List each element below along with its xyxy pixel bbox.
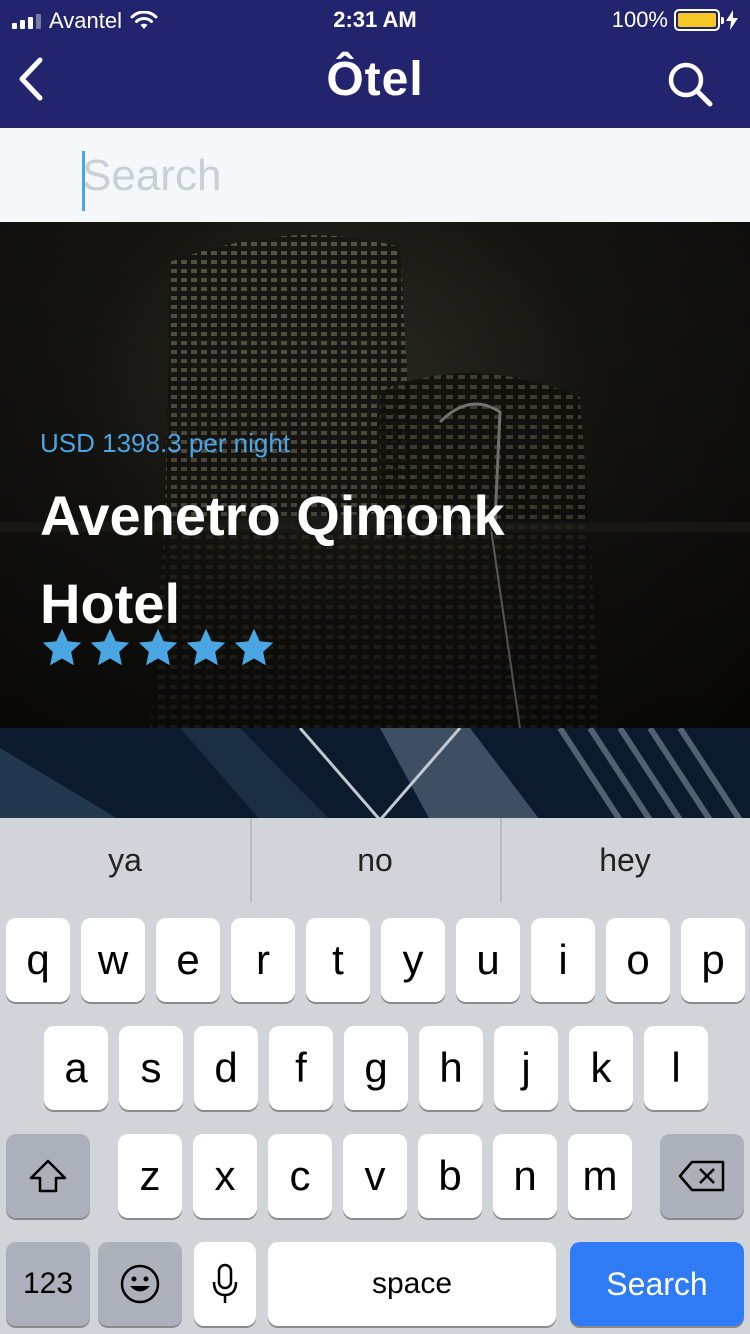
star-icon [186, 628, 226, 666]
emoji-icon [120, 1264, 160, 1304]
hotel-price: USD 1398.3 per night [40, 428, 291, 458]
key-x[interactable]: x [193, 1134, 257, 1218]
key-h[interactable]: h [419, 1026, 483, 1110]
hotel-photo-next [0, 728, 750, 820]
suggestion-item[interactable]: hey [500, 818, 750, 902]
key-d[interactable]: d [194, 1026, 258, 1110]
hotel-name: Avenetro Qimonk Hotel [40, 484, 505, 635]
status-right: 100% [612, 7, 738, 33]
key-m[interactable]: m [568, 1134, 632, 1218]
microphone-icon [212, 1263, 238, 1303]
star-icon [42, 628, 82, 666]
key-o[interactable]: o [606, 918, 670, 1002]
hotel-card[interactable]: USD 1398.3 per night Avenetro Qimonk Hot… [0, 222, 750, 728]
key-r[interactable]: r [231, 918, 295, 1002]
space-key[interactable]: space [268, 1242, 556, 1326]
search-input[interactable] [82, 146, 682, 206]
search-return-key[interactable]: Search [570, 1242, 744, 1326]
key-s[interactable]: s [119, 1026, 183, 1110]
key-t[interactable]: t [306, 918, 370, 1002]
status-bar: Avantel 2:31 AM 100% [0, 0, 750, 40]
star-icon [138, 628, 178, 666]
key-e[interactable]: e [156, 918, 220, 1002]
delete-icon [678, 1160, 725, 1192]
key-z[interactable]: z [118, 1134, 182, 1218]
dictation-key[interactable] [194, 1242, 256, 1326]
hotel-card-next[interactable] [0, 728, 750, 820]
key-a[interactable]: a [44, 1026, 108, 1110]
search-icon[interactable] [666, 60, 714, 108]
key-f[interactable]: f [269, 1026, 333, 1110]
key-w[interactable]: w [81, 918, 145, 1002]
charging-bolt-icon [726, 10, 738, 30]
key-k[interactable]: k [569, 1026, 633, 1110]
star-icon [234, 628, 274, 666]
numbers-key[interactable]: 123 [6, 1242, 90, 1326]
key-p[interactable]: p [681, 918, 745, 1002]
key-v[interactable]: v [343, 1134, 407, 1218]
key-b[interactable]: b [418, 1134, 482, 1218]
battery-percent: 100% [611, 7, 668, 32]
key-y[interactable]: y [381, 918, 445, 1002]
text-cursor [82, 151, 85, 211]
battery-icon [674, 9, 724, 31]
key-j[interactable]: j [494, 1026, 558, 1110]
star-rating [40, 626, 276, 670]
key-g[interactable]: g [344, 1026, 408, 1110]
backspace-key[interactable] [660, 1134, 744, 1218]
app-header: Avantel 2:31 AM 100% Ôtel [0, 0, 750, 128]
key-c[interactable]: c [268, 1134, 332, 1218]
key-q[interactable]: q [6, 918, 70, 1002]
shift-icon [29, 1159, 67, 1193]
search-bar [0, 128, 750, 222]
predictive-suggestions: ya no hey [0, 818, 750, 902]
app-logo: Ôtel [326, 53, 424, 106]
shift-key[interactable] [6, 1134, 90, 1218]
suggestion-item[interactable]: ya [0, 818, 250, 902]
key-n[interactable]: n [493, 1134, 557, 1218]
star-icon [90, 628, 130, 666]
emoji-key[interactable] [98, 1242, 182, 1326]
suggestion-item[interactable]: no [250, 818, 500, 902]
onscreen-keyboard: ya no hey 123 space Search qwertyuio p a… [0, 818, 750, 1334]
key-u[interactable]: u [456, 918, 520, 1002]
key-i[interactable]: i [531, 918, 595, 1002]
key-l[interactable]: l [644, 1026, 708, 1110]
